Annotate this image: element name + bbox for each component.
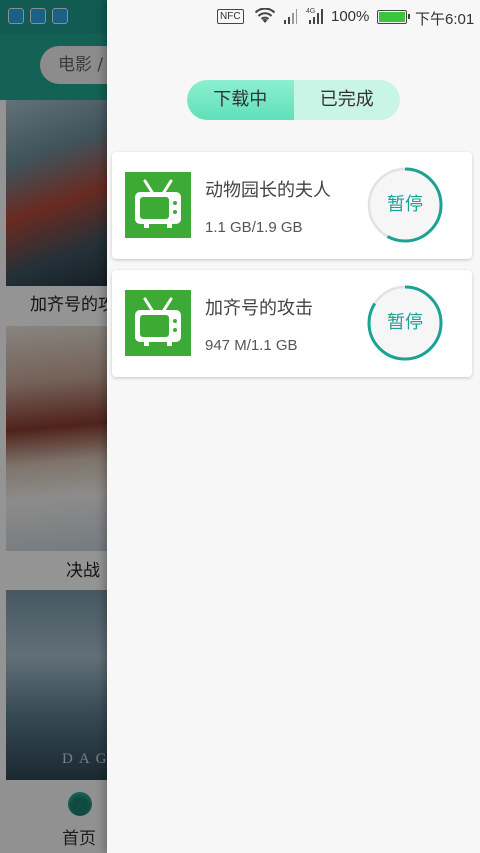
download-title: 动物园长的夫人 — [205, 180, 331, 201]
network-type-label: 4G — [306, 8, 315, 15]
tv-icon — [125, 172, 191, 238]
download-item[interactable]: 动物园长的夫人 1.1 GB/1.9 GB 暂停 — [112, 152, 472, 259]
tab-completed[interactable]: 已完成 — [294, 80, 401, 120]
download-drawer: NFC 4G 100% 下午6:01 下载中 已完成 动物园长的夫人 1.1 G… — [107, 0, 480, 853]
nfc-icon: NFC — [217, 9, 244, 24]
pause-button[interactable]: 暂停 — [366, 284, 444, 362]
pause-label: 暂停 — [387, 194, 423, 215]
pause-label: 暂停 — [387, 312, 423, 333]
download-item[interactable]: 加齐号的攻击 947 M/1.1 GB 暂停 — [112, 270, 472, 377]
tab-downloading[interactable]: 下载中 — [187, 80, 294, 120]
download-size: 1.1 GB/1.9 GB — [205, 219, 303, 236]
pause-button[interactable]: 暂停 — [366, 166, 444, 244]
scrim-overlay[interactable] — [0, 0, 107, 853]
clock: 下午6:01 — [415, 11, 475, 28]
battery-icon — [377, 10, 410, 24]
tv-icon — [125, 290, 191, 356]
battery-percentage: 100% — [331, 8, 370, 25]
download-title: 加齐号的攻击 — [205, 298, 313, 319]
status-bar: NFC 4G 100% 下午6:01 — [107, 0, 480, 34]
download-size: 947 M/1.1 GB — [205, 337, 298, 354]
wifi-icon — [255, 8, 275, 23]
signal-icon — [284, 9, 297, 24]
background-app: 电影 / ... 加齐号的攻击 决战 DAG 首页 — [0, 0, 107, 853]
download-tabs: 下载中 已完成 — [187, 80, 400, 120]
signal-4g-icon: 4G — [306, 8, 323, 24]
